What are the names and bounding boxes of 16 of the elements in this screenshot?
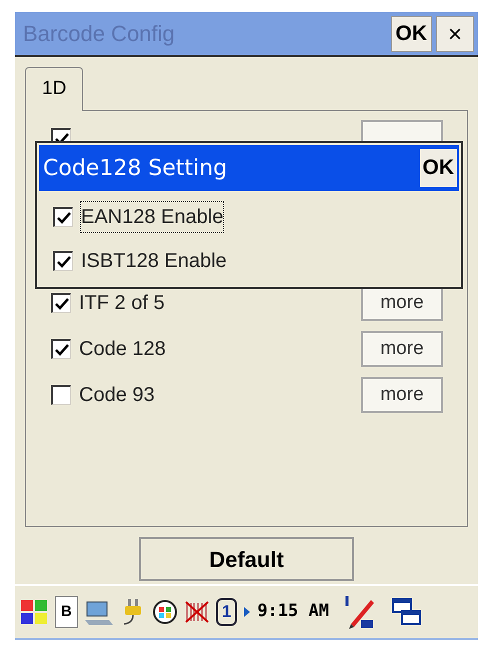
option-label: EAN128 Enable [81, 202, 224, 232]
dialog-ok-button[interactable]: OK [420, 149, 457, 187]
option-label: Code 93 [79, 383, 156, 408]
more-button[interactable]: more [361, 331, 443, 367]
ok-button[interactable]: OK [390, 16, 432, 52]
clock: 9:15 AM [257, 600, 329, 624]
dialog-title: Code128 Setting [43, 154, 228, 182]
option-label: ISBT128 Enable [81, 249, 227, 274]
more-button[interactable]: more [361, 377, 443, 413]
option-label: ITF 2 of 5 [79, 291, 166, 316]
input-indicator[interactable]: B [55, 596, 78, 628]
option-label: Code 128 [79, 337, 167, 362]
number-indicator[interactable]: 1 [216, 598, 238, 626]
tab[interactable]: 1D [25, 67, 84, 111]
close-button[interactable]: × [436, 16, 474, 52]
default-button[interactable]: Default [139, 537, 354, 581]
